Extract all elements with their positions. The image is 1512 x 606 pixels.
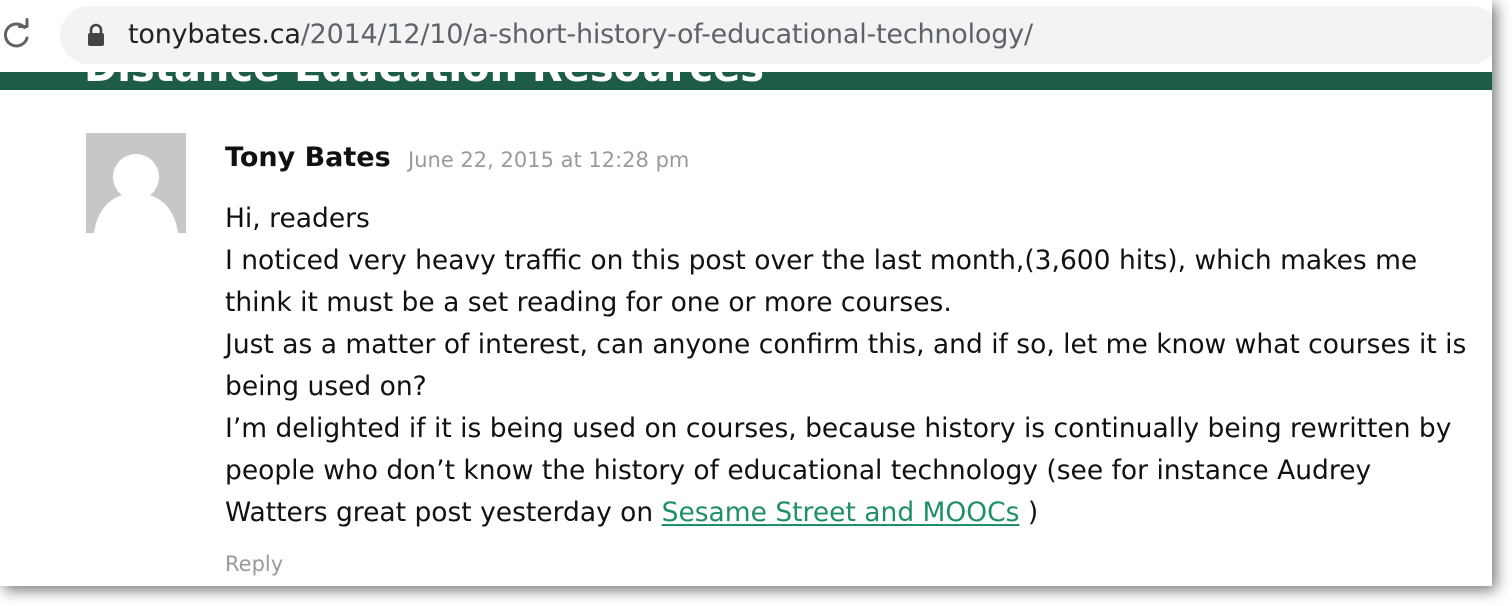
site-header-title: Distance Education Resources <box>84 72 764 90</box>
default-avatar-icon <box>86 133 186 233</box>
browser-window: tonybates.ca/2014/12/10/a-short-history-… <box>0 0 1492 586</box>
comment-text: ) <box>1019 497 1039 528</box>
reply-link[interactable]: Reply <box>225 550 283 578</box>
site-header-band: Distance Education Resources <box>0 72 1492 90</box>
browser-toolbar: tonybates.ca/2014/12/10/a-short-history-… <box>0 0 1492 72</box>
sesame-street-moocs-link[interactable]: Sesame Street and MOOCs <box>662 497 1020 528</box>
comment-paragraph: Hi, readers <box>225 203 370 234</box>
comment-date-link[interactable]: June 22, 2015 at 12:28 pm <box>408 146 689 174</box>
comment-paragraph: I noticed very heavy traffic on this pos… <box>225 245 1418 318</box>
comment-author[interactable]: Tony Bates <box>225 142 391 174</box>
comment-paragraph-with-link: I’m delighted if it is being used on cou… <box>225 408 1475 534</box>
reload-icon[interactable] <box>0 18 34 52</box>
url-host: tonybates.ca <box>128 19 301 50</box>
address-bar[interactable]: tonybates.ca/2014/12/10/a-short-history-… <box>60 6 1492 64</box>
url-path: /2014/12/10/a-short-history-of-education… <box>300 19 1033 50</box>
comment-paragraph: Just as a matter of interest, can anyone… <box>225 329 1467 402</box>
comment-body: Hi, readers I noticed very heavy traffic… <box>225 198 1475 534</box>
lock-icon[interactable] <box>86 23 106 47</box>
url-text[interactable]: tonybates.ca/2014/12/10/a-short-history-… <box>128 19 1033 51</box>
